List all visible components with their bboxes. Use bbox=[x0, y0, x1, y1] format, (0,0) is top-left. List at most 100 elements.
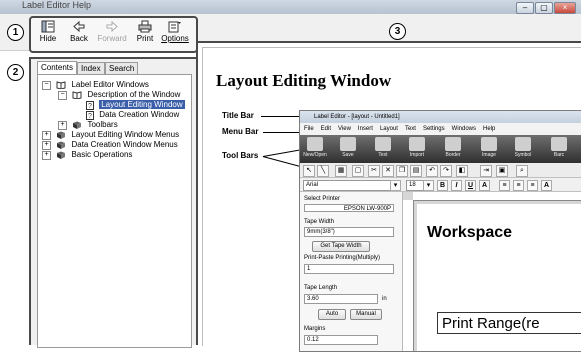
shot-menu-bar: File Edit View Insert Layout Text Settings Wind… bbox=[300, 123, 581, 135]
shot-print-range: Print Range(re bbox=[437, 312, 581, 334]
book-closed-icon bbox=[73, 121, 82, 129]
shot-italic: I bbox=[451, 180, 462, 191]
shot-horizontal-ruler bbox=[413, 192, 581, 201]
tree-item-data-creation-window-menus[interactable]: + Data Creation Window Menus bbox=[42, 140, 178, 150]
tree-item-basic-operations[interactable]: + Basic Operations bbox=[42, 150, 132, 160]
shot-menu-view: View bbox=[338, 126, 351, 132]
hide-icon bbox=[41, 20, 55, 33]
hide-label: Hide bbox=[39, 34, 57, 43]
shot-menu-file: File bbox=[304, 126, 314, 132]
options-button[interactable]: Options bbox=[159, 20, 191, 43]
shot-group-icon: ▣ bbox=[496, 165, 508, 177]
collapse-toggle[interactable]: − bbox=[42, 80, 51, 90]
shot-size-dropdown-icon: ▾ bbox=[423, 180, 434, 191]
shot-copy-icon: ❐ bbox=[396, 165, 408, 177]
expand-toggle[interactable]: + bbox=[58, 120, 67, 130]
back-label: Back bbox=[70, 34, 88, 43]
callout-1: 1 bbox=[7, 24, 24, 41]
forward-arrow-icon bbox=[106, 20, 118, 33]
printer-icon bbox=[138, 20, 152, 33]
print-button[interactable]: Print bbox=[130, 20, 160, 43]
shot-grid-icon: ▦ bbox=[335, 165, 347, 177]
tree-item-data-creation-window[interactable]: ? Data Creation Window bbox=[86, 110, 179, 120]
help-page-icon: ? bbox=[86, 110, 94, 120]
tree-item-layout-editing-window-menus[interactable]: + Layout Editing Window Menus bbox=[42, 130, 179, 140]
content-pane: Layout Editing Window Title Bar Menu Bar… bbox=[196, 41, 581, 352]
shot-zoom-icon: ⌕ bbox=[516, 165, 528, 177]
annotation-title-bar: Title Bar bbox=[222, 111, 254, 120]
shot-get-tape-width-button: Get Tape Width bbox=[312, 241, 370, 252]
annotation-menu-bar: Menu Bar bbox=[222, 127, 259, 136]
maximize-button[interactable]: ▢ bbox=[535, 2, 553, 14]
shot-menu-settings: Settings bbox=[422, 126, 445, 132]
annotation-tool-bars: Tool Bars bbox=[222, 151, 259, 160]
shot-underline: U bbox=[465, 180, 476, 191]
shot-margins-input: 0.12 bbox=[304, 335, 378, 345]
book-open-icon bbox=[72, 91, 82, 99]
shot-title-bar: Label Editor - [layout - Untitled1] bbox=[300, 111, 581, 123]
expand-toggle[interactable]: + bbox=[42, 140, 51, 150]
tab-contents[interactable]: Contents bbox=[37, 61, 78, 75]
back-button[interactable]: Back bbox=[64, 20, 94, 43]
shot-auto-button: Auto bbox=[318, 309, 346, 320]
svg-text:?: ? bbox=[88, 113, 92, 120]
shot-print-paste-select: 1 bbox=[304, 264, 394, 274]
expand-toggle[interactable]: + bbox=[42, 150, 51, 160]
shot-menu-edit: Edit bbox=[320, 126, 332, 132]
forward-button[interactable]: Forward bbox=[95, 20, 129, 43]
shot-align-left-icon: ≡ bbox=[499, 180, 510, 191]
tab-index[interactable]: Index bbox=[77, 62, 105, 74]
shot-tool-text: Text bbox=[370, 137, 396, 158]
book-closed-icon bbox=[57, 151, 66, 159]
shot-font-dropdown-icon: ▾ bbox=[390, 180, 401, 191]
tree-item-description-of-window[interactable]: − Description of the Window bbox=[58, 90, 180, 100]
contents-tree: − Label Editor Windows − Description of … bbox=[37, 74, 192, 348]
help-toolbar: Hide Back Forward Print Options bbox=[29, 16, 198, 53]
hide-button[interactable]: Hide bbox=[33, 20, 63, 43]
shot-arrange-icon: ◧ bbox=[456, 165, 468, 177]
shot-font-name: Arial bbox=[303, 180, 391, 191]
shot-paste-icon: ▤ bbox=[410, 165, 422, 177]
shot-tool-border: Border bbox=[440, 137, 466, 158]
svg-text:?: ? bbox=[88, 103, 92, 110]
shot-font-size: 18 bbox=[406, 180, 424, 191]
shot-bold: B bbox=[437, 180, 448, 191]
back-arrow-icon bbox=[73, 20, 85, 33]
expand-toggle[interactable]: + bbox=[42, 130, 51, 140]
minimize-button[interactable]: – bbox=[516, 2, 534, 14]
shot-font-toolbar: Arial ▾ 18 ▾ B I U A ≡ ≡ ≡ A bbox=[300, 178, 581, 192]
shot-redo-icon: ↷ bbox=[440, 165, 452, 177]
shot-text-box-icon: A bbox=[541, 180, 552, 191]
shot-align-icon: ⇥ bbox=[480, 165, 492, 177]
shot-menu-help: Help bbox=[483, 126, 496, 132]
shot-tool-new-open: New/Open bbox=[302, 137, 328, 158]
shot-paper: Workspace Print Range(re bbox=[417, 204, 581, 351]
window-title-bar: Label Editor Help – ▢ × bbox=[0, 0, 581, 15]
shot-tape-width-label: Tape Width bbox=[304, 219, 335, 225]
tree-item-layout-editing-window[interactable]: ? Layout Editing Window bbox=[86, 100, 185, 110]
shot-settings-panel: Select Printer EPSON LW-900P Tape Width … bbox=[300, 192, 403, 351]
shot-workspace-label: Workspace bbox=[427, 224, 513, 241]
tree-item-toolbars[interactable]: + Toolbars bbox=[58, 120, 118, 130]
shot-tool-save: Save bbox=[335, 137, 361, 158]
book-open-icon bbox=[56, 81, 66, 89]
close-button[interactable]: × bbox=[554, 2, 576, 14]
shot-menu-layout: Layout bbox=[379, 126, 398, 132]
app-screenshot: Label Editor - [layout - Untitled1] File… bbox=[299, 110, 581, 352]
callout-2: 2 bbox=[7, 64, 24, 81]
shot-printer-select: EPSON LW-900P bbox=[304, 204, 394, 212]
shot-delete-icon: ✕ bbox=[382, 165, 394, 177]
shot-vertical-ruler bbox=[403, 200, 414, 351]
shot-margins-label: Margins bbox=[304, 326, 326, 332]
shot-main-toolbar: New/Open Save Text Import Border Image S… bbox=[300, 135, 581, 163]
tab-search[interactable]: Search bbox=[105, 62, 139, 74]
shot-menu-text: Text bbox=[404, 126, 416, 132]
collapse-toggle[interactable]: − bbox=[58, 90, 67, 100]
shot-tool-import: Import bbox=[404, 137, 430, 158]
shot-menu-windows: Windows bbox=[451, 126, 476, 132]
shot-print-paste-label: Print-Paste Printing(Multiply) bbox=[304, 255, 381, 261]
tree-item-label-editor-windows[interactable]: − Label Editor Windows bbox=[42, 80, 149, 90]
options-label: Options bbox=[161, 34, 189, 43]
page-title: Layout Editing Window bbox=[216, 71, 392, 90]
shot-manual-button: Manual bbox=[350, 309, 382, 320]
